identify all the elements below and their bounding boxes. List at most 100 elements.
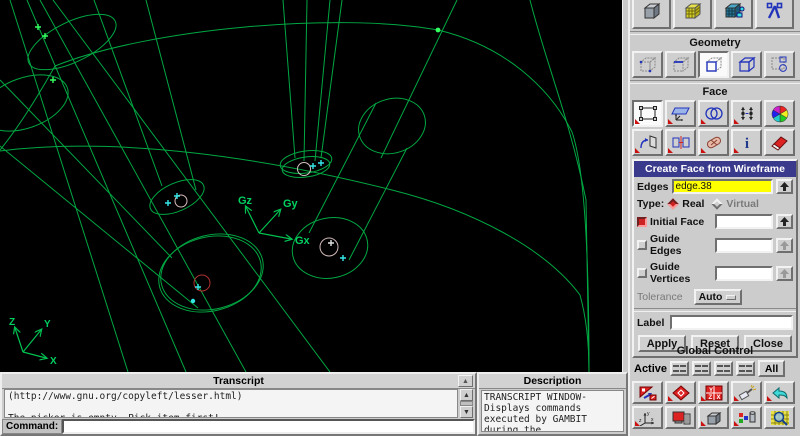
type-real-radio[interactable]: [667, 198, 679, 210]
face-connect-button[interactable]: [731, 100, 762, 127]
up-arrow-icon: [780, 268, 789, 278]
submenu-marker: [734, 421, 739, 426]
submenu-marker: [701, 396, 706, 401]
edges-row: Edges edge.38: [634, 177, 796, 196]
volume-icon: [737, 56, 756, 73]
axis-display-button[interactable]: y x z: [632, 406, 663, 429]
zones-mode-button[interactable]: [714, 0, 753, 29]
transcript-content[interactable]: (http://www.gnu.org/copyleft/lesser.html…: [4, 389, 458, 418]
label-input[interactable]: [670, 315, 793, 330]
axis-label-gx: Gx: [295, 235, 311, 247]
submenu-marker: [734, 119, 739, 124]
guide-edges-pick-button[interactable]: [776, 237, 793, 253]
face-boolean-button[interactable]: [698, 100, 729, 127]
guide-vertices-row: Guide Vertices: [634, 259, 796, 287]
active-quadrant-2-button[interactable]: [692, 361, 712, 376]
guide-edges-input[interactable]: [715, 237, 773, 253]
face-heal-button[interactable]: [698, 129, 729, 156]
geometry-buttons: [630, 51, 800, 78]
up-arrow-icon: [780, 240, 789, 250]
face-color-button[interactable]: [764, 100, 795, 127]
quadrant-layout-button[interactable]: Y Z X: [698, 381, 729, 404]
description-line: executed by GAMBIT during the: [484, 414, 587, 432]
volume-button[interactable]: [731, 51, 762, 78]
description-title-bar: Description: [479, 374, 626, 389]
svg-text:y: y: [647, 411, 650, 417]
guide-edges-label: Guide Edges: [650, 233, 682, 257]
window-shade-button[interactable]: ▲: [458, 375, 473, 387]
graphics-viewport[interactable]: Gz Gy Gx Z Y X: [0, 0, 622, 373]
guide-edges-checkbox[interactable]: [637, 240, 647, 250]
up-arrow-icon: [780, 182, 789, 191]
active-quadrant-3-button[interactable]: [714, 361, 734, 376]
guide-vertices-pick-button[interactable]: [776, 265, 793, 281]
face-move-button[interactable]: [632, 129, 663, 156]
axis-display-icon: y x z: [639, 411, 654, 426]
command-input[interactable]: [62, 419, 475, 434]
type-virtual-radio[interactable]: [711, 198, 724, 210]
create-face-wireframe-icon: [638, 106, 657, 121]
face-split-button[interactable]: [665, 129, 696, 156]
group-button[interactable]: [764, 51, 795, 78]
description-line: TRANSCRIPT WINDOW- Displays commands: [484, 392, 587, 414]
submenu-marker: [701, 421, 706, 426]
face-info-button[interactable]: i: [731, 129, 762, 156]
type-virtual-label: Virtual: [726, 198, 759, 210]
guide-vertices-input[interactable]: [715, 265, 773, 281]
render-model-button[interactable]: [698, 406, 729, 429]
initial-face-label: Initial Face: [650, 215, 705, 228]
mesh-mode-button[interactable]: [673, 0, 712, 29]
active-quadrant-4-button[interactable]: [736, 361, 756, 376]
initial-face-row: Initial Face: [634, 212, 796, 231]
examine-mesh-button[interactable]: [764, 406, 795, 429]
active-quadrant-1-button[interactable]: [670, 361, 690, 376]
tools-icon: [766, 2, 782, 19]
submenu-marker: [668, 119, 673, 124]
fit-view-button[interactable]: [632, 381, 663, 404]
orient-view-button[interactable]: [665, 381, 696, 404]
guide-vertices-checkbox[interactable]: [637, 268, 647, 278]
gambit-window: Gz Gy Gx Z Y X Geometry Face i Create Fa…: [0, 0, 800, 436]
tools-mode-button[interactable]: [755, 0, 794, 29]
edges-input[interactable]: edge.38: [671, 179, 773, 194]
viewport-canvas[interactable]: Gz Gy Gx Z Y X: [0, 0, 622, 373]
face-move-icon: [639, 135, 656, 149]
tolerance-label: Tolerance: [637, 291, 683, 303]
color-mode-button[interactable]: [731, 406, 762, 429]
face-delete-icon: [770, 136, 788, 151]
scroll-up-button[interactable]: ▲: [460, 389, 473, 401]
face-delete-button[interactable]: [764, 129, 795, 156]
initial-face-pick-button[interactable]: [776, 214, 793, 229]
vertex-button[interactable]: [632, 51, 663, 78]
active-all-button[interactable]: All: [758, 360, 786, 377]
quadrant-layout-icon: Y Z X: [705, 385, 722, 401]
orient-icon: [671, 384, 690, 401]
axis-triad-global: Gz Gy Gx: [238, 195, 311, 247]
undo-button[interactable]: [764, 381, 795, 404]
tolerance-value: Auto: [698, 291, 723, 303]
up-arrow-icon: [780, 217, 789, 226]
wireframe-geometry: [0, 0, 590, 373]
active-label: Active: [634, 362, 668, 375]
type-label: Type:: [637, 198, 665, 210]
svg-text:X: X: [716, 395, 720, 401]
scroll-down-button[interactable]: ▼: [460, 406, 473, 418]
global-control-row1: Y Z X: [630, 381, 800, 404]
face-axes-button[interactable]: [665, 100, 696, 127]
submenu-marker: [635, 421, 640, 426]
divider: [630, 80, 800, 84]
quadrant-icon: [717, 370, 724, 372]
face-button[interactable]: [698, 51, 729, 78]
bottom-windows: Transcript ▲ (http://www.gnu.org/copylef…: [0, 372, 628, 436]
initial-face-checkbox[interactable]: [637, 216, 647, 227]
initial-face-input[interactable]: [715, 214, 773, 229]
edge-button[interactable]: [665, 51, 696, 78]
create-face-wireframe-button[interactable]: [632, 100, 663, 127]
edges-label: Edges: [637, 180, 669, 193]
tolerance-menu[interactable]: Auto: [693, 289, 742, 305]
guide-vertices-label: Guide Vertices: [650, 261, 691, 285]
edges-pick-button[interactable]: [776, 179, 793, 194]
adjust-light-button[interactable]: [731, 381, 762, 404]
geometry-mode-button[interactable]: [632, 0, 671, 29]
specify-display-button[interactable]: [665, 406, 696, 429]
